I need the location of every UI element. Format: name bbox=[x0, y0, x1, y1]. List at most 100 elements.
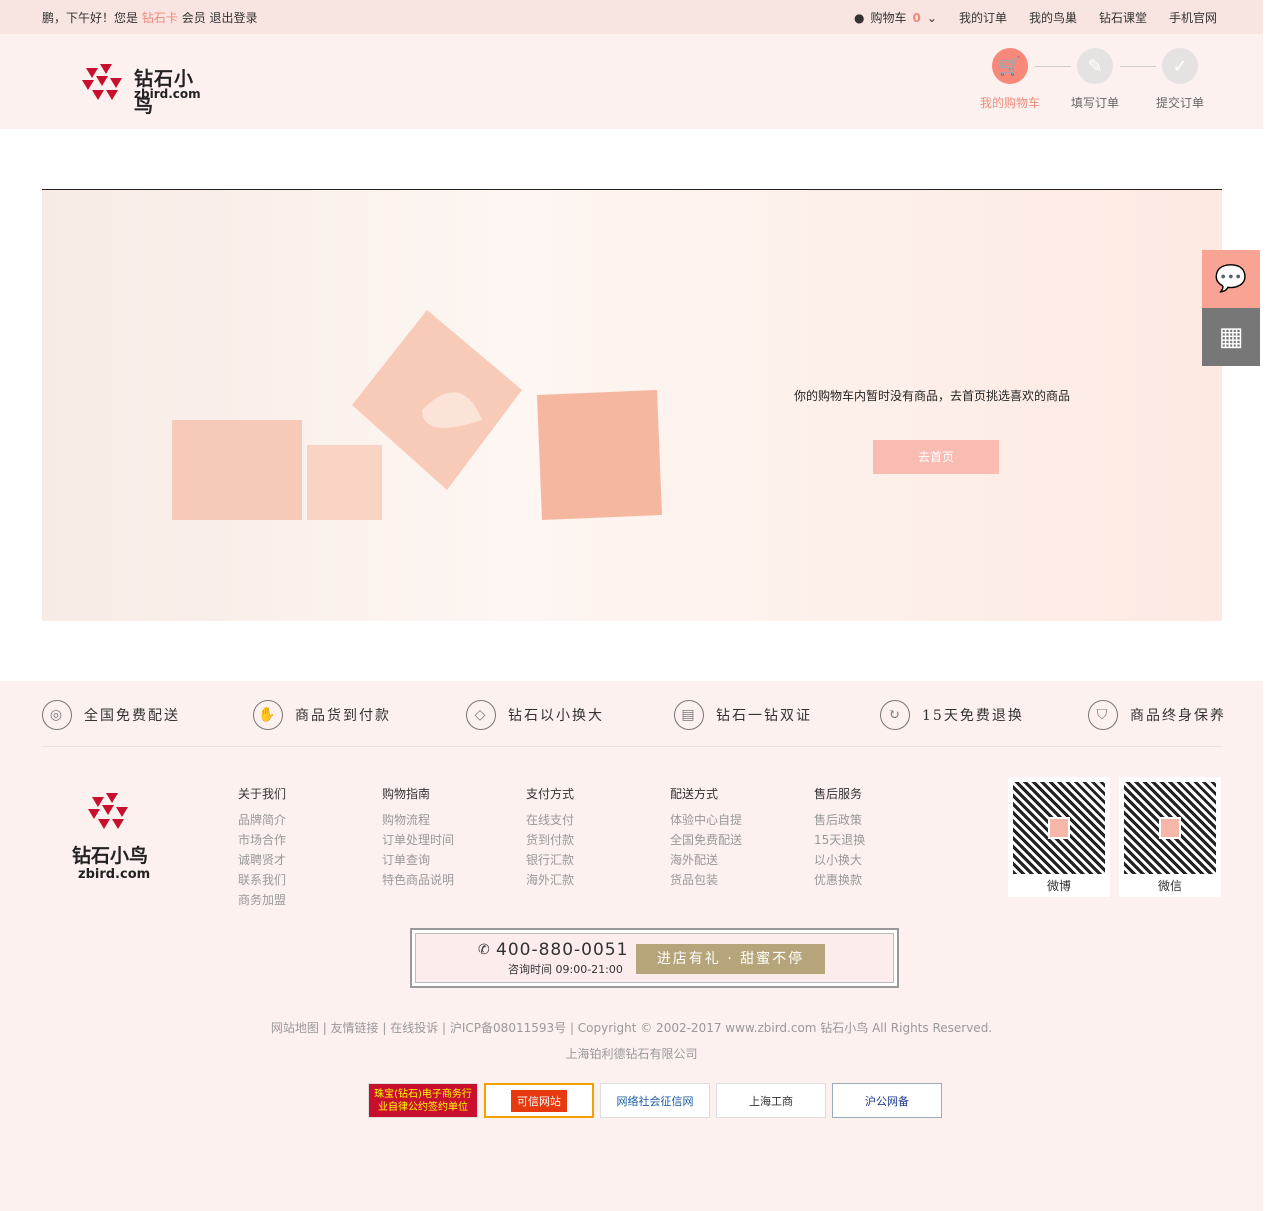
badge-trusted-site[interactable]: 可信网站 bbox=[484, 1083, 594, 1118]
diamond-class-link[interactable]: 钻石课堂 bbox=[1099, 9, 1147, 26]
badge-sh-commerce[interactable]: 上海工商 bbox=[716, 1083, 826, 1118]
badge-label: 可信网站 bbox=[511, 1089, 567, 1112]
footer-link[interactable]: 全国免费配送 bbox=[670, 830, 742, 850]
cart-icon: ● bbox=[854, 10, 865, 25]
col-title: 关于我们 bbox=[238, 787, 287, 801]
cart-dropdown[interactable]: ● 购物车 0 ⌄ bbox=[854, 9, 937, 26]
greeting-text: 鹏，下午好！您是 bbox=[42, 11, 139, 25]
feature-label: 钻石以小换大 bbox=[508, 708, 604, 724]
go-home-button[interactable]: 去首页 bbox=[873, 440, 999, 474]
footer-col-delivery: 配送方式 体验中心自提 全国免费配送 海外配送 货品包装 bbox=[670, 785, 742, 890]
empty-cart-banner: 你的购物车内暂时没有商品，去首页挑选喜欢的商品 去首页 bbox=[42, 190, 1222, 621]
feature-cod: ✋ 商品货到付款 bbox=[253, 700, 391, 730]
footer-link[interactable]: 售后政策 bbox=[814, 810, 865, 830]
footer-link[interactable]: 品牌简介 bbox=[238, 810, 286, 830]
refresh-icon: ↻ bbox=[880, 700, 910, 730]
footer-link[interactable]: 15天退换 bbox=[814, 830, 865, 850]
member-text: 会员 bbox=[181, 11, 206, 25]
member-card-link[interactable]: 钻石卡 bbox=[142, 11, 178, 25]
feature-free-shipping: ◎ 全国免费配送 bbox=[42, 700, 180, 730]
step-label: 填写订单 bbox=[1070, 96, 1119, 110]
footer-link[interactable]: 市场合作 bbox=[238, 830, 286, 850]
gift-promo: 进店有礼 · 甜蜜不停 bbox=[636, 944, 825, 974]
footer-link[interactable]: 以小换大 bbox=[814, 850, 865, 870]
footer-link[interactable]: 联系我们 bbox=[238, 870, 286, 890]
empty-cart-message: 你的购物车内暂时没有商品，去首页挑选喜欢的商品 bbox=[794, 389, 1071, 403]
badge-credit-net[interactable]: 网络社会征信网 bbox=[600, 1083, 710, 1118]
badge-police-record[interactable]: 沪公网备 bbox=[832, 1083, 942, 1118]
qr-code-button[interactable]: ▦ bbox=[1202, 308, 1260, 366]
globe-icon: ◎ bbox=[42, 700, 72, 730]
footer-bottom-links[interactable]: 网站地图 | 友情链接 | 在线投诉 | 沪ICP备08011593号 | Co… bbox=[0, 1019, 1263, 1036]
logo-icon bbox=[82, 64, 122, 100]
badge-industry[interactable]: 珠宝(钻石)电子商务行业自律公约签约单位 bbox=[368, 1083, 478, 1118]
feature-label: 钻石一钻双证 bbox=[716, 708, 812, 724]
top-bar: 鹏，下午好！您是 钻石卡 会员 退出登录 ● 购物车 0 ⌄ 我的订单 我的鸟巢… bbox=[0, 0, 1263, 34]
feature-label: 商品终身保养 bbox=[1130, 708, 1226, 724]
footer-link[interactable]: 货品包装 bbox=[670, 870, 742, 890]
footer-link[interactable]: 在线支付 bbox=[526, 810, 574, 830]
footer-link[interactable]: 特色商品说明 bbox=[382, 870, 454, 890]
step-fill-order: ✎ 填写订单 bbox=[1060, 48, 1130, 111]
footer-link[interactable]: 优惠换款 bbox=[814, 870, 865, 890]
footer-col-guide: 购物指南 购物流程 订单处理时间 订单查询 特色商品说明 bbox=[382, 785, 454, 890]
footer-link[interactable]: 货到付款 bbox=[526, 830, 574, 850]
certificate-icon: ▤ bbox=[674, 700, 704, 730]
qr-icon: ▦ bbox=[1218, 322, 1244, 352]
diamond-icon: ◇ bbox=[466, 700, 496, 730]
footer-logo-subtext: zbird.com bbox=[78, 867, 151, 882]
col-title: 支付方式 bbox=[526, 787, 575, 801]
qr-label: 微博 bbox=[1046, 879, 1071, 893]
chat-button[interactable]: 💬 bbox=[1202, 250, 1260, 308]
footer-logo: 钻石小鸟 zbird.com bbox=[72, 791, 162, 891]
check-icon: ✓ bbox=[1162, 48, 1198, 84]
step-label: 提交订单 bbox=[1155, 96, 1204, 110]
site-logo[interactable]: 钻石小鸟 zbird.com bbox=[78, 62, 208, 117]
qr-code bbox=[1013, 782, 1105, 874]
my-nest-link[interactable]: 我的鸟巢 bbox=[1029, 9, 1077, 26]
gift-boxes-illustration bbox=[172, 310, 662, 520]
feature-returns: ↻ 15天免费退换 bbox=[880, 700, 1024, 730]
hand-coins-icon: ✋ bbox=[253, 700, 283, 730]
feature-label: 15天免费退换 bbox=[922, 708, 1024, 724]
step-submit-order: ✓ 提交订单 bbox=[1145, 48, 1215, 111]
hotline-number: 400-880-0051 bbox=[496, 940, 629, 960]
weibo-qr: 微博 bbox=[1008, 777, 1110, 897]
chevron-down-icon: ⌄ bbox=[926, 10, 937, 25]
footer-link[interactable]: 订单处理时间 bbox=[382, 830, 454, 850]
footer: ◎ 全国免费配送 ✋ 商品货到付款 ◇ 钻石以小换大 ▤ 钻石一钻双证 ↻ 15天免费退换… bbox=[0, 681, 1263, 1211]
footer-divider bbox=[42, 746, 1222, 747]
logout-link[interactable]: 退出登录 bbox=[210, 11, 258, 25]
footer-link[interactable]: 订单查询 bbox=[382, 850, 454, 870]
company-name: 上海铂利德钻石有限公司 bbox=[565, 1047, 698, 1061]
chat-icon: 💬 bbox=[1214, 264, 1248, 294]
edit-icon: ✎ bbox=[1077, 48, 1113, 84]
my-orders-link[interactable]: 我的订单 bbox=[959, 9, 1007, 26]
qr-code bbox=[1124, 782, 1216, 874]
footer-logo-text: 钻石小鸟 bbox=[72, 845, 149, 867]
shield-icon: ⛉ bbox=[1088, 700, 1118, 730]
hotline-hours: 咨询时间 09:00-21:00 bbox=[508, 963, 623, 976]
footer-link[interactable]: 体验中心自提 bbox=[670, 810, 742, 830]
feature-label: 商品货到付款 bbox=[295, 708, 391, 724]
logo-icon bbox=[88, 793, 128, 829]
trust-badges: 珠宝(钻石)电子商务行业自律公约签约单位 可信网站 网络社会征信网 上海工商 沪… bbox=[368, 1083, 942, 1118]
hotline-banner[interactable]: ✆ 400-880-0051 咨询时间 09:00-21:00 进店有礼 · 甜… bbox=[410, 928, 899, 988]
step-cart: 🛒 我的购物车 bbox=[975, 48, 1045, 111]
feature-label: 全国免费配送 bbox=[84, 708, 180, 724]
cart-icon: 🛒 bbox=[992, 48, 1028, 84]
footer-link[interactable]: 海外配送 bbox=[670, 850, 742, 870]
feature-trade-up: ◇ 钻石以小换大 bbox=[466, 700, 604, 730]
footer-link[interactable]: 诚聘贤才 bbox=[238, 850, 286, 870]
col-title: 购物指南 bbox=[382, 787, 431, 801]
mobile-site-link[interactable]: 手机官网 bbox=[1169, 9, 1217, 26]
footer-link[interactable]: 海外汇款 bbox=[526, 870, 574, 890]
phone-icon: ✆ bbox=[478, 942, 490, 958]
wechat-qr: 微信 bbox=[1119, 777, 1221, 897]
footer-link[interactable]: 购物流程 bbox=[382, 810, 454, 830]
logo-subtext: zbird.com bbox=[134, 87, 201, 101]
footer-link[interactable]: 银行汇款 bbox=[526, 850, 574, 870]
step-label: 我的购物车 bbox=[979, 96, 1040, 110]
qr-label: 微信 bbox=[1157, 879, 1182, 893]
footer-link[interactable]: 商务加盟 bbox=[238, 890, 286, 910]
